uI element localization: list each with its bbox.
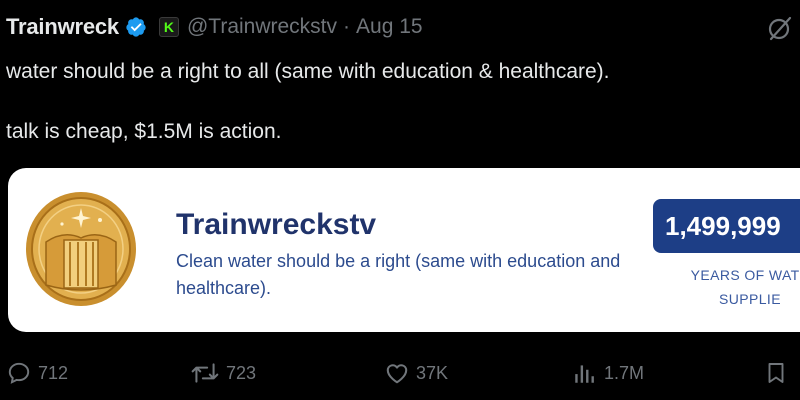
reply-icon bbox=[8, 362, 30, 384]
embedded-card[interactable]: Trainwreckstv Clean water should be a ri… bbox=[8, 168, 800, 332]
kick-letter: K bbox=[163, 19, 175, 35]
heart-icon bbox=[386, 364, 408, 384]
tweet-header: Trainwreck K @Trainwreckstv · Aug 15 bbox=[6, 12, 423, 42]
counter-value: 1,499,999 bbox=[665, 210, 781, 241]
action-bar: 712 723 37K 1.7M bbox=[0, 355, 800, 391]
counter-label: YEARS OF WATE SUPPLIE bbox=[660, 263, 800, 311]
views-button[interactable]: 1.7M bbox=[572, 355, 644, 391]
tweet-date[interactable]: Aug 15 bbox=[356, 15, 423, 39]
waterfall-coin-logo bbox=[26, 192, 136, 306]
verified-badge-icon[interactable] bbox=[125, 16, 147, 38]
tweet-text-line-1: water should be a right to all (same wit… bbox=[6, 60, 610, 83]
grok-icon[interactable] bbox=[766, 14, 794, 42]
view-count: 1.7M bbox=[604, 362, 645, 383]
card-description: Clean water should be a right (same with… bbox=[176, 251, 621, 298]
reply-count: 712 bbox=[38, 362, 69, 383]
separator: · bbox=[343, 15, 351, 38]
bookmark-button[interactable] bbox=[764, 355, 794, 391]
bookmark-icon bbox=[768, 363, 784, 383]
tweet-text-line-2: talk is cheap, $1.5M is action. bbox=[6, 120, 282, 143]
handle[interactable]: @Trainwreckstv bbox=[187, 15, 337, 39]
retweet-button[interactable]: 723 bbox=[190, 355, 256, 391]
display-name[interactable]: Trainwreck bbox=[6, 14, 119, 40]
kick-logo-icon[interactable]: K bbox=[158, 17, 179, 37]
views-chart-icon bbox=[575, 365, 594, 383]
reply-button[interactable]: 712 bbox=[6, 355, 68, 391]
counter-label-line-1: YEARS OF WATE bbox=[690, 267, 800, 283]
like-count: 37K bbox=[416, 362, 449, 383]
counter-box: 1,499,999 bbox=[653, 199, 800, 253]
retweet-icon bbox=[191, 363, 219, 383]
retweet-count: 723 bbox=[226, 362, 257, 383]
tweet: Trainwreck K @Trainwreckstv · Aug 15 wat… bbox=[0, 0, 800, 400]
card-title: Trainwreckstv bbox=[176, 208, 377, 241]
like-button[interactable]: 37K bbox=[384, 355, 448, 391]
counter-label-line-2: SUPPLIE bbox=[719, 291, 781, 307]
